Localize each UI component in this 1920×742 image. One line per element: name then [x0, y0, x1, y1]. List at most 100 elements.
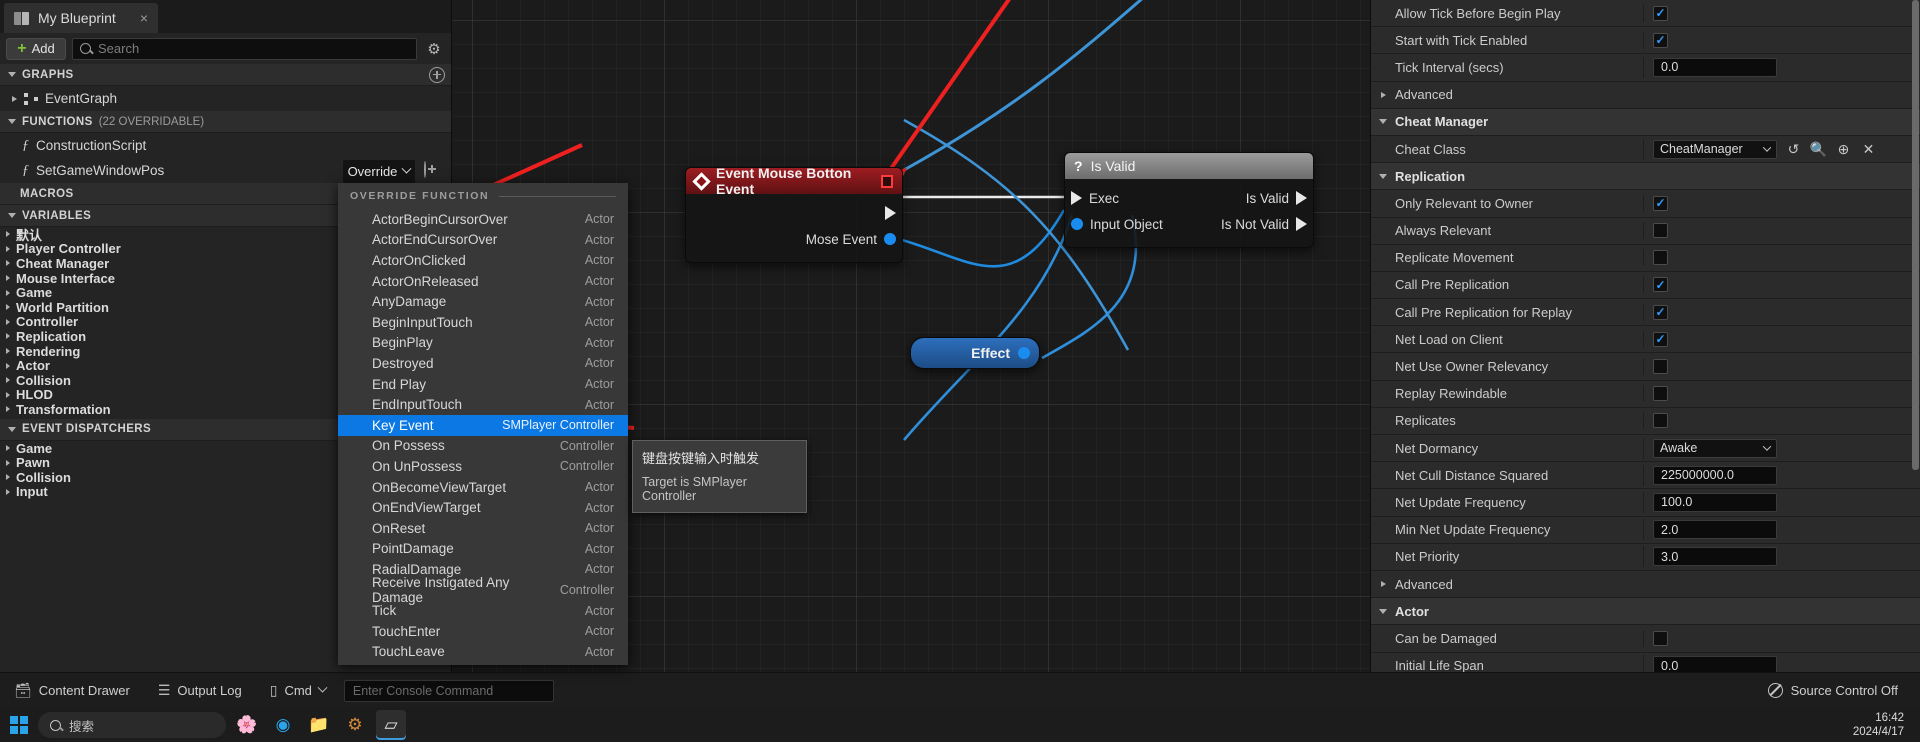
property-checkbox[interactable] [1653, 413, 1668, 429]
property-checkbox[interactable] [1653, 630, 1668, 646]
property-checkbox[interactable] [1653, 32, 1668, 48]
taskbar-icon-colorful[interactable]: 🌸 [232, 710, 262, 740]
property-value-cell [1643, 412, 1920, 430]
gear-icon[interactable]: ⚙ [423, 38, 445, 60]
delegate-pin-icon[interactable] [881, 174, 893, 188]
content-drawer-button[interactable]: 🗃 Content Drawer [0, 673, 144, 709]
add-function-button[interactable] [424, 161, 426, 178]
details-category-header[interactable]: Actor [1371, 598, 1920, 626]
exec-out-pin-not-valid[interactable] [1296, 217, 1307, 231]
override-menu-item[interactable]: OnEndViewTarget Actor [338, 497, 628, 518]
chevron-down-icon [1379, 173, 1387, 179]
node-pin-mose-event[interactable]: Mose Event [686, 226, 902, 252]
override-menu-item[interactable]: OnReset Actor [338, 518, 628, 539]
override-menu-item[interactable]: ActorBeginCursorOver Actor [338, 209, 628, 230]
property-label: Replay Rewindable [1395, 386, 1508, 402]
override-menu-item[interactable]: End Play Actor [338, 374, 628, 395]
search-input[interactable]: Search [72, 37, 417, 60]
section-functions[interactable]: FUNCTIONS (22 OVERRIDABLE) [0, 111, 451, 133]
property-number-input[interactable]: 2.0 [1653, 520, 1777, 540]
property-dropdown[interactable]: Awake [1653, 438, 1777, 458]
property-label: Call Pre Replication [1395, 277, 1510, 293]
override-menu-item[interactable]: Receive Instigated Any Damage Controller [338, 575, 628, 605]
override-menu-item[interactable]: AnyDamage Actor [338, 291, 628, 312]
reset-arrow-icon[interactable]: ↺ [1785, 141, 1802, 158]
override-menu-item[interactable]: EndInputTouch Actor [338, 394, 628, 415]
data-out-pin[interactable] [884, 233, 896, 245]
details-scrollbar[interactable] [1912, 0, 1919, 470]
details-category-header[interactable]: Cheat Manager [1371, 108, 1920, 136]
property-checkbox[interactable] [1653, 5, 1668, 21]
details-advanced-toggle[interactable]: Advanced [1371, 81, 1920, 109]
property-checkbox[interactable] [1653, 250, 1668, 266]
taskbar-clock[interactable]: 16:42 2024/4/17 [1853, 711, 1920, 739]
property-checkbox[interactable] [1653, 331, 1668, 347]
windows-start-icon[interactable] [6, 712, 32, 738]
override-menu-item[interactable]: ActorOnReleased Actor [338, 271, 628, 292]
tab-my-blueprint[interactable]: My Blueprint × [4, 3, 158, 33]
taskbar-icon-settings[interactable]: ⚙ [340, 710, 370, 740]
chevron-right-icon [6, 459, 10, 466]
override-dropdown-button[interactable]: Override [343, 160, 415, 183]
graph-item-eventgraph[interactable]: EventGraph [0, 86, 451, 111]
details-advanced-toggle[interactable]: Advanced [1371, 570, 1920, 599]
override-menu-item[interactable]: Key Event SMPlayer Controller [338, 414, 628, 436]
property-number-input[interactable]: 0.0 [1653, 57, 1777, 77]
node-effect[interactable]: Effect [910, 337, 1040, 369]
chevron-down-icon [401, 163, 412, 174]
clear-x-icon[interactable]: ✕ [1860, 141, 1877, 158]
exec-out-pin-valid[interactable] [1296, 191, 1307, 205]
node-is-valid[interactable]: ? Is Valid Exec Is Valid Input Object Is… [1064, 152, 1314, 248]
console-command-input[interactable]: Enter Console Command [343, 679, 554, 702]
add-graph-icon[interactable] [429, 66, 445, 83]
taskbar-search-placeholder: 搜索 [69, 719, 95, 734]
override-menu-item[interactable]: BeginPlay Actor [338, 333, 628, 354]
taskbar-icon-edge[interactable]: ◉ [268, 710, 298, 740]
property-number-input[interactable]: 100.0 [1653, 492, 1777, 512]
details-category-header[interactable]: Replication [1371, 163, 1920, 191]
details-property-row: Can be Damaged [1371, 625, 1920, 653]
property-checkbox[interactable] [1653, 195, 1668, 211]
override-menu-item[interactable]: OnBecomeViewTarget Actor [338, 477, 628, 498]
details-panel[interactable]: Allow Tick Before Begin Play Start with T… [1370, 0, 1920, 672]
exec-out-pin[interactable] [885, 206, 902, 220]
output-log-button[interactable]: ☰ Output Log [144, 673, 256, 709]
override-menu-item[interactable]: Destroyed Actor [338, 353, 628, 374]
details-property-row: Only Relevant to Owner [1371, 190, 1920, 218]
source-control-button[interactable]: Source Control Off [1767, 683, 1920, 698]
override-menu-item[interactable]: TouchLeave Actor [338, 641, 628, 662]
override-function-menu[interactable]: OVERRIDE FUNCTION ActorBeginCursorOver Ac… [338, 183, 628, 666]
property-number-input[interactable]: 0.0 [1653, 656, 1777, 672]
section-graphs[interactable]: GRAPHS [0, 64, 451, 86]
override-item-name: ActorOnReleased [372, 273, 479, 289]
node-event-mouse-button[interactable]: Event Mouse Botton Event Mose Event [685, 165, 903, 263]
cmd-button[interactable]: ▯ Cmd [256, 673, 340, 709]
property-checkbox[interactable] [1653, 223, 1668, 239]
close-icon[interactable]: × [140, 10, 148, 26]
property-number-input[interactable]: 225000000.0 [1653, 465, 1777, 485]
taskbar-icon-explorer[interactable]: 📁 [304, 710, 334, 740]
property-checkbox[interactable] [1653, 277, 1668, 293]
data-pin[interactable] [1018, 347, 1030, 359]
property-checkbox[interactable] [1653, 304, 1668, 320]
taskbar-icon-unreal[interactable]: ▱ [376, 710, 406, 740]
override-menu-item[interactable]: ActorOnClicked Actor [338, 250, 628, 271]
add-circle-icon[interactable]: ⊕ [1835, 141, 1852, 158]
property-checkbox[interactable] [1653, 359, 1668, 375]
property-checkbox[interactable] [1653, 386, 1668, 402]
taskbar-search-input[interactable]: 搜索 [38, 712, 226, 738]
data-in-pin[interactable] [1071, 218, 1083, 230]
override-menu-item[interactable]: BeginInputTouch Actor [338, 312, 628, 333]
add-button[interactable]: + Add [6, 37, 66, 60]
node-pin-exec-out[interactable] [686, 200, 902, 226]
exec-in-pin[interactable]: Exec [1065, 191, 1119, 206]
override-menu-item[interactable]: On Possess Controller [338, 436, 628, 457]
override-menu-item[interactable]: PointDamage Actor [338, 539, 628, 560]
property-dropdown[interactable]: CheatManager [1653, 139, 1777, 159]
override-menu-item[interactable]: TouchEnter Actor [338, 621, 628, 642]
function-item-constructionscript[interactable]: ƒ ConstructionScript [0, 133, 451, 158]
override-menu-item[interactable]: ActorEndCursorOver Actor [338, 230, 628, 251]
override-menu-item[interactable]: On UnPossess Controller [338, 456, 628, 477]
property-number-input[interactable]: 3.0 [1653, 547, 1777, 567]
browse-folder-icon[interactable]: 🔍 [1810, 141, 1827, 158]
